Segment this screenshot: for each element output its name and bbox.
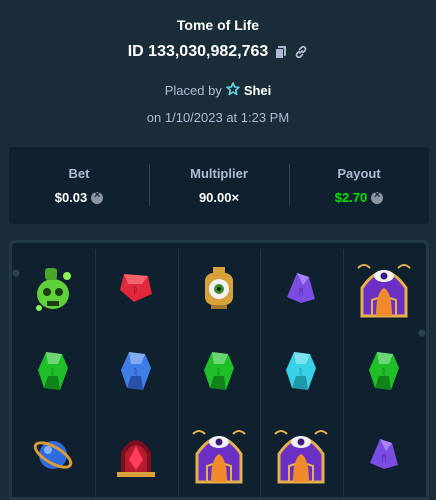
svg-text:ᚱ: ᚱ <box>216 367 221 378</box>
purple-eye-shrine-icon <box>260 413 342 495</box>
vip-star-icon <box>226 82 240 99</box>
bet-id: ID 133,030,982,763 <box>127 43 269 60</box>
purple-gem-icon: ᛗ <box>343 413 425 495</box>
bet-id-row: ID 133,030,982,763 <box>0 43 436 61</box>
cyan-gem-icon: ᚱ <box>260 330 342 412</box>
game-title[interactable]: Tome of Life <box>0 17 436 33</box>
svg-text:ᚱ: ᚱ <box>381 367 386 378</box>
reel-divider <box>94 249 96 497</box>
reel-divider <box>343 249 345 497</box>
copy-icon[interactable] <box>274 45 288 59</box>
green-gem-icon: ᚱ <box>178 330 260 412</box>
multiplier-stat: Multiplier 90.00× <box>149 147 289 224</box>
multiplier-value: 90.00× <box>198 190 240 205</box>
reel-1: ᚱ <box>12 243 94 497</box>
bet-stats-panel: Bet $0.03 Multiplier 90.00× Payout $2.70 <box>9 147 429 224</box>
svg-text:ᚦ: ᚦ <box>133 285 139 296</box>
purple-gem-icon: ᛗ <box>260 247 342 329</box>
bet-stat: Bet $0.03 <box>9 147 149 224</box>
svg-text:ᚱ: ᚱ <box>50 367 55 378</box>
eye-lantern-icon <box>178 247 260 329</box>
multiplier-label: Multiplier <box>190 166 248 181</box>
username[interactable]: Shei <box>244 83 271 98</box>
blue-gem-icon: ᚱ <box>95 330 177 412</box>
purple-eye-shrine-icon <box>343 247 425 329</box>
slot-board: ᚱᚦᚱᚱᛗᚱᚱᛗ <box>9 240 429 500</box>
payout-label: Payout <box>337 166 381 181</box>
reel-divider <box>177 249 179 497</box>
bet-label: Bet <box>68 166 90 181</box>
green-potion-skull-icon <box>12 247 94 329</box>
link-icon[interactable] <box>294 45 308 59</box>
reel-5: ᚱᛗ <box>343 243 425 497</box>
reel-divider <box>260 249 262 497</box>
bet-value: $0.03 <box>54 190 88 205</box>
payout-value: $2.70 <box>334 190 368 205</box>
green-gem-icon: ᚱ <box>12 330 94 412</box>
reel-2: ᚦᚱ <box>95 243 177 497</box>
currency-coin-icon <box>91 189 104 204</box>
svg-text:ᛗ: ᛗ <box>299 287 304 298</box>
blue-orb-ring-icon <box>12 413 94 495</box>
svg-text:ᛗ: ᛗ <box>381 453 386 464</box>
red-crystal-altar-icon <box>95 413 177 495</box>
reel-4: ᛗᚱ <box>260 243 342 497</box>
payout-stat: Payout $2.70 <box>289 147 429 224</box>
placed-by-label: Placed by <box>164 83 222 98</box>
purple-eye-shrine-icon <box>178 413 260 495</box>
green-gem-icon: ᚱ <box>343 330 425 412</box>
reel-3: ᚱ <box>178 243 260 497</box>
red-gem-icon: ᚦ <box>95 247 177 329</box>
svg-text:ᚱ: ᚱ <box>133 367 138 378</box>
placed-by-row: Placed by Shei <box>0 82 436 99</box>
bet-date: on 1/10/2023 at 1:23 PM <box>146 110 290 125</box>
currency-coin-icon <box>371 189 384 204</box>
svg-text:ᚱ: ᚱ <box>299 367 304 378</box>
